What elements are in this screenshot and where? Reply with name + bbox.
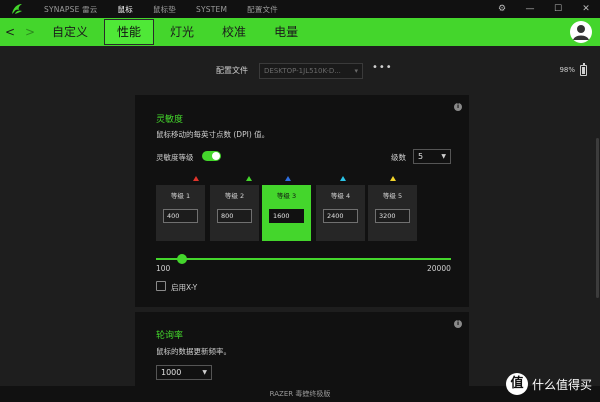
info-icon[interactable]: i <box>454 103 462 111</box>
nav-profiles[interactable]: 配置文件 <box>247 4 278 15</box>
dpi-stage-1[interactable]: 等级 1 400 <box>156 185 205 241</box>
dpi-stage-4[interactable]: 等级 4 2400 <box>316 185 365 241</box>
back-arrow-icon[interactable]: < <box>0 18 20 46</box>
tab-calibration[interactable]: 校准 <box>210 18 258 46</box>
levels-value: 5 <box>418 152 424 161</box>
slider-max-label: 20000 <box>427 264 451 273</box>
close-icon[interactable]: ✕ <box>572 0 600 18</box>
profile-label: 配置文件 <box>216 66 248 75</box>
stage-indicator-5 <box>390 176 396 181</box>
enable-xy-checkbox[interactable] <box>156 281 166 291</box>
polling-rate-dropdown[interactable]: 1000 ▼ <box>156 365 212 380</box>
polling-rate-value: 1000 <box>161 368 182 377</box>
minimize-icon[interactable]: — <box>516 0 544 18</box>
nav-synapse[interactable]: SYNAPSE 雷云 <box>44 4 98 15</box>
sensitivity-description: 鼠标移动的每英寸点数 (DPI) 值。 <box>156 130 270 139</box>
stage-indicator-3 <box>285 176 291 181</box>
nav-system[interactable]: SYSTEM <box>196 5 227 14</box>
dpi-slider-track[interactable] <box>156 258 451 260</box>
tab-lighting[interactable]: 灯光 <box>158 18 206 46</box>
settings-gear-icon[interactable]: ⚙ <box>488 0 516 18</box>
stage-indicator-1 <box>193 176 199 181</box>
tab-bar: < > 自定义 性能 灯光 校准 电量 <box>0 18 600 46</box>
stage-dpi-input[interactable]: 1600 <box>269 209 304 223</box>
razer-logo-icon <box>10 2 24 16</box>
enable-xy-label: 启用X-Y <box>171 283 198 292</box>
watermark: 值 什么值得买 <box>505 373 592 395</box>
profile-value: DESKTOP-1JL510K-D... <box>264 67 341 75</box>
stage-dpi-input[interactable]: 3200 <box>375 209 410 223</box>
nav-mouse[interactable]: 鼠标 <box>118 4 133 15</box>
user-avatar-icon[interactable] <box>570 21 592 43</box>
dpi-slider-handle[interactable] <box>177 254 187 264</box>
toggle-knob <box>212 152 220 160</box>
profile-dropdown[interactable]: DESKTOP-1JL510K-D... ▾ <box>259 63 363 79</box>
info-icon[interactable]: i <box>454 320 462 328</box>
scrollbar[interactable] <box>595 46 600 386</box>
stage-label: 等级 1 <box>170 192 191 200</box>
sensitivity-stages-toggle[interactable] <box>202 151 221 161</box>
polling-rate-description: 鼠标的数据更新频率。 <box>156 347 231 356</box>
scrollbar-thumb[interactable] <box>596 138 599 298</box>
polling-rate-title: 轮询率 <box>156 331 184 341</box>
stage-label: 等级 2 <box>224 192 245 200</box>
profile-row: 配置文件 DESKTOP-1JL510K-D... ▾ ••• 98% <box>0 62 600 80</box>
watermark-text: 什么值得买 <box>531 377 592 392</box>
watermark-logo: 值 <box>505 373 528 395</box>
tab-performance[interactable]: 性能 <box>104 19 155 45</box>
stage-label: 等级 3 <box>276 192 297 200</box>
dpi-stage-5[interactable]: 等级 5 3200 <box>368 185 417 241</box>
polling-rate-panel: i 轮询率 鼠标的数据更新频率。 1000 ▼ <box>135 312 469 392</box>
maximize-icon[interactable]: ☐ <box>544 0 572 18</box>
more-options-icon[interactable]: ••• <box>372 62 393 73</box>
dpi-stage-3[interactable]: 等级 3 1600 <box>262 185 311 241</box>
stage-label: 等级 5 <box>382 192 403 200</box>
sensitivity-panel: i 灵敏度 鼠标移动的每英寸点数 (DPI) 值。 灵敏度等级 级数 5 ▼ 等… <box>135 95 469 307</box>
stage-dpi-input[interactable]: 800 <box>217 209 252 223</box>
slider-min-label: 100 <box>156 264 171 273</box>
levels-label: 级数 <box>391 153 406 162</box>
chevron-down-icon: ▼ <box>202 369 207 376</box>
sensitivity-title: 灵敏度 <box>156 115 184 125</box>
tab-customize[interactable]: 自定义 <box>40 18 100 46</box>
title-bar: SYNAPSE 雷云 鼠标 鼠标垫 SYSTEM 配置文件 ⚙ — ☐ ✕ <box>0 0 600 18</box>
dpi-stage-2[interactable]: 等级 2 800 <box>210 185 259 241</box>
tab-power[interactable]: 电量 <box>262 18 310 46</box>
nav-mousepad[interactable]: 鼠标垫 <box>153 4 176 15</box>
forward-arrow-icon[interactable]: > <box>20 18 40 46</box>
stage-indicator-2 <box>246 176 252 181</box>
battery-percent: 98% <box>559 66 575 74</box>
levels-dropdown[interactable]: 5 ▼ <box>413 149 451 164</box>
chevron-down-icon: ▾ <box>354 67 358 75</box>
stage-indicator-4 <box>340 176 346 181</box>
battery-icon <box>580 63 587 76</box>
stage-dpi-input[interactable]: 400 <box>163 209 198 223</box>
sensitivity-stages-label: 灵敏度等级 <box>156 153 194 162</box>
chevron-down-icon: ▼ <box>441 153 446 160</box>
stage-dpi-input[interactable]: 2400 <box>323 209 358 223</box>
stage-label: 等级 4 <box>330 192 351 200</box>
